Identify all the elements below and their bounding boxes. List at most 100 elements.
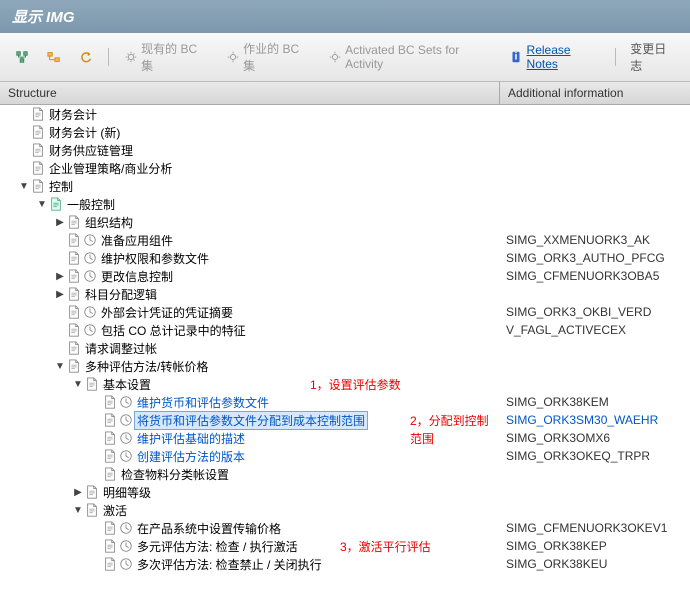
tree-row[interactable]: ▶ 科目分配逻辑 xyxy=(0,285,690,303)
tree-row[interactable]: •将货币和评估参数文件分配到成本控制范围2，分配到控制SIMG_ORK3SM30… xyxy=(0,411,690,429)
activated-bc-label: Activated BC Sets for Activity xyxy=(345,43,492,71)
job-bc-label: 作业的 BC 集 xyxy=(243,40,311,74)
tree-node-label[interactable]: 创建评估方法的版本 xyxy=(134,448,245,465)
expand-toggle[interactable]: ▶ xyxy=(72,487,84,498)
tree-node-label: 财务会计 xyxy=(46,106,97,123)
document-icon xyxy=(66,232,82,248)
tree-row[interactable]: •检查物料分类帐设置 xyxy=(0,465,690,483)
collapse-toggle[interactable]: ▼ xyxy=(18,181,30,192)
tree-node-label: 一般控制 xyxy=(64,196,115,213)
activity-icon[interactable] xyxy=(118,520,134,536)
tree-row[interactable]: •准备应用组件SIMG_XXMENUORK3_AK xyxy=(0,231,690,249)
expand-toggle[interactable]: ▶ xyxy=(54,271,66,282)
collapse-all-button[interactable] xyxy=(40,46,68,68)
additional-info-cell: V_FAGL_ACTIVECEX xyxy=(500,323,690,337)
refresh-button[interactable] xyxy=(72,46,100,68)
document-icon xyxy=(66,340,82,356)
annotation: 2，分配到控制 xyxy=(410,412,489,429)
tree-node-label: 基本设置 xyxy=(100,376,151,393)
tree-row[interactable]: •包括 CO 总计记录中的特征V_FAGL_ACTIVECEX xyxy=(0,321,690,339)
annotation: 范围 xyxy=(410,430,434,447)
tree-row[interactable]: •维护评估基础的描述范围SIMG_ORK3OMX6 xyxy=(0,429,690,447)
activity-icon[interactable] xyxy=(118,412,134,428)
document-icon xyxy=(30,142,46,158)
activity-icon[interactable] xyxy=(82,250,98,266)
existing-bc-label: 现有的 BC 集 xyxy=(141,40,209,74)
tree-row[interactable]: ▼ 一般控制 xyxy=(0,195,690,213)
document-icon xyxy=(66,304,82,320)
expand-all-button[interactable] xyxy=(8,46,36,68)
tree-row[interactable]: •财务会计 xyxy=(0,105,690,123)
document-icon xyxy=(30,160,46,176)
existing-bc-button[interactable]: 现有的 BC 集 xyxy=(117,37,215,77)
activity-icon[interactable] xyxy=(82,268,98,284)
additional-info-header[interactable]: Additional information xyxy=(500,82,690,104)
document-icon xyxy=(102,538,118,554)
tree-node-label: 包括 CO 总计记录中的特征 xyxy=(98,322,246,339)
expand-toggle[interactable]: ▶ xyxy=(54,217,66,228)
tree-node-label: 更改信息控制 xyxy=(98,268,173,285)
tree-row[interactable]: ▼多种评估方法/转帐价格 xyxy=(0,357,690,375)
gear-icon xyxy=(123,49,138,65)
tree-row[interactable]: ▶明细等级 xyxy=(0,483,690,501)
additional-info-cell: SIMG_ORK3_OKBI_VERD xyxy=(500,305,690,319)
activated-bc-button[interactable]: Activated BC Sets for Activity xyxy=(321,40,498,74)
activity-icon[interactable] xyxy=(118,448,134,464)
tree-node-label: 多次评估方法: 检查禁止 / 关闭执行 xyxy=(134,556,322,573)
tree-node-label: 多元评估方法: 检查 / 执行激活 xyxy=(134,538,298,555)
tree-node-label[interactable]: 将货币和评估参数文件分配到成本控制范围 xyxy=(134,411,368,430)
activity-icon[interactable] xyxy=(118,538,134,554)
collapse-toggle[interactable]: ▼ xyxy=(36,199,48,210)
separator xyxy=(615,48,616,66)
tree-row[interactable]: ▼激活 xyxy=(0,501,690,519)
expand-toggle[interactable]: ▶ xyxy=(54,289,66,300)
collapse-toggle[interactable]: ▼ xyxy=(72,505,84,516)
activity-icon[interactable] xyxy=(118,430,134,446)
tree-node-label[interactable]: 维护货币和评估参数文件 xyxy=(134,394,269,411)
document-icon xyxy=(102,430,118,446)
tree-row[interactable]: •创建评估方法的版本SIMG_ORK3OKEQ_TRPR xyxy=(0,447,690,465)
collapse-toggle[interactable]: ▼ xyxy=(72,379,84,390)
tree-row[interactable]: •外部会计凭证的凭证摘要SIMG_ORK3_OKBI_VERD xyxy=(0,303,690,321)
activity-icon[interactable] xyxy=(118,394,134,410)
additional-info-cell: SIMG_XXMENUORK3_AK xyxy=(500,233,690,247)
tree-row[interactable]: •财务供应链管理 xyxy=(0,141,690,159)
collapse-toggle[interactable]: ▼ xyxy=(54,361,66,372)
tree-view[interactable]: •财务会计•财务会计 (新)•财务供应链管理•企业管理策略/商业分析▼控制▼一般… xyxy=(0,105,690,591)
tree-row[interactable]: •企业管理策略/商业分析 xyxy=(0,159,690,177)
document-icon xyxy=(66,286,82,302)
document-icon xyxy=(102,412,118,428)
additional-info-cell: SIMG_ORK38KEP xyxy=(500,539,690,553)
structure-header[interactable]: Structure xyxy=(0,82,500,104)
column-headers: Structure Additional information xyxy=(0,82,690,105)
job-bc-button[interactable]: 作业的 BC 集 xyxy=(219,37,317,77)
tree-node-label: 科目分配逻辑 xyxy=(82,286,157,303)
additional-info-cell: SIMG_CFMENUORK3OBA5 xyxy=(500,269,690,283)
activity-icon[interactable] xyxy=(118,556,134,572)
tree-row[interactable]: ▼控制 xyxy=(0,177,690,195)
tree-row[interactable]: ▼基本设置1，设置评估参数 xyxy=(0,375,690,393)
document-icon xyxy=(102,394,118,410)
release-notes-label: Release Notes xyxy=(527,43,602,71)
tree-node-label: 检查物料分类帐设置 xyxy=(118,466,229,483)
document-icon xyxy=(102,448,118,464)
additional-info-cell: SIMG_ORK3OMX6 xyxy=(500,431,690,445)
activity-icon[interactable] xyxy=(82,304,98,320)
document-icon xyxy=(66,322,82,338)
activity-icon[interactable] xyxy=(82,232,98,248)
tree-row[interactable]: •在产品系统中设置传输价格SIMG_CFMENUORK3OKEV1 xyxy=(0,519,690,537)
tree-row[interactable]: ▶组织结构 xyxy=(0,213,690,231)
release-notes-button[interactable]: iRelease Notes xyxy=(502,40,607,74)
activity-icon[interactable] xyxy=(82,322,98,338)
gear-icon xyxy=(225,49,240,65)
tree-row[interactable]: •请求调整过帐 xyxy=(0,339,690,357)
tree-row[interactable]: ▶ 更改信息控制 SIMG_CFMENUORK3OBA5 xyxy=(0,267,690,285)
tree-node-label[interactable]: 维护评估基础的描述 xyxy=(134,430,245,447)
document-icon xyxy=(30,106,46,122)
change-log-button[interactable]: 变更日志 xyxy=(624,37,682,77)
tree-row[interactable]: •多元评估方法: 检查 / 执行激活3，激活平行评估SIMG_ORK38KEP xyxy=(0,537,690,555)
tree-row[interactable]: •财务会计 (新) xyxy=(0,123,690,141)
tree-node-label: 准备应用组件 xyxy=(98,232,173,249)
tree-row[interactable]: •维护权限和参数文件SIMG_ORK3_AUTHO_PFCG xyxy=(0,249,690,267)
tree-row[interactable]: •维护货币和评估参数文件SIMG_ORK38KEM xyxy=(0,393,690,411)
